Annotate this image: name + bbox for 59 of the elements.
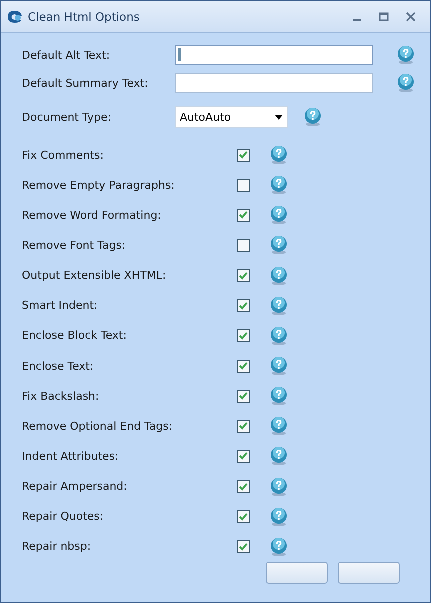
field-label: Document Type: <box>22 110 112 124</box>
dialog-button[interactable] <box>338 562 400 584</box>
help-icon[interactable] <box>270 506 288 527</box>
help-icon[interactable] <box>270 416 288 436</box>
checkbox[interactable] <box>237 178 250 192</box>
help-icon[interactable] <box>270 356 288 376</box>
checkbox[interactable] <box>237 238 250 252</box>
option-label: Remove Optional End Tags: <box>22 420 174 433</box>
option-label: Fix Comments: <box>22 148 105 162</box>
option-label: Repair Ampersand: <box>22 480 128 494</box>
help-icon[interactable] <box>304 107 322 127</box>
option-label: Remove Font Tags: <box>22 238 127 252</box>
caret-icon <box>275 114 283 120</box>
option-label: Indent Attributes: <box>22 450 120 463</box>
help-icon[interactable] <box>270 175 288 196</box>
help-icon[interactable] <box>270 326 288 346</box>
maximize-icon <box>379 12 389 22</box>
help-icon[interactable] <box>270 296 288 316</box>
help-icon[interactable] <box>270 386 288 406</box>
document-type-dropdown[interactable]: AutoAuto <box>175 106 288 128</box>
checkbox[interactable] <box>237 269 250 282</box>
option-label: Remove Empty Paragraphs: <box>22 178 176 192</box>
help-icon[interactable] <box>270 446 288 466</box>
help-icon[interactable] <box>270 536 288 557</box>
field-label: Default Alt Text: <box>22 48 112 62</box>
checkbox[interactable] <box>237 360 250 373</box>
option-label: Enclose Text: <box>22 360 95 373</box>
help-icon[interactable] <box>270 476 288 497</box>
option-label: Fix Backslash: <box>22 390 100 403</box>
checkbox[interactable] <box>237 390 250 403</box>
help-icon[interactable] <box>397 73 415 93</box>
close-icon <box>406 12 416 22</box>
help-icon[interactable] <box>270 205 288 226</box>
option-label: Remove Word Formating: <box>22 208 162 222</box>
checkbox[interactable] <box>237 450 250 463</box>
help-icon[interactable] <box>270 266 288 286</box>
checkbox[interactable] <box>237 208 250 222</box>
app-icon <box>7 10 23 24</box>
option-label: Output Extensible XHTML: <box>22 269 168 282</box>
option-label: Repair Quotes: <box>22 510 105 524</box>
help-icon[interactable] <box>397 45 415 65</box>
option-label: Smart Indent: <box>22 299 99 312</box>
checkbox[interactable] <box>237 420 250 433</box>
checkbox[interactable] <box>237 480 250 494</box>
field-label: Default Summary Text: <box>22 76 150 90</box>
checkbox[interactable] <box>237 510 250 524</box>
minimize-icon <box>353 19 361 21</box>
help-icon[interactable] <box>270 235 288 256</box>
text-field[interactable] <box>175 73 373 93</box>
window-title: Clean Html Options <box>28 10 141 24</box>
option-label: Enclose Block Text: <box>22 329 128 342</box>
dialog-button[interactable] <box>266 562 328 584</box>
checkbox[interactable] <box>237 148 250 162</box>
help-icon[interactable] <box>270 145 288 166</box>
text-field[interactable] <box>175 45 373 65</box>
option-label: Repair nbsp: <box>22 540 92 554</box>
checkbox[interactable] <box>237 299 250 312</box>
checkbox[interactable] <box>237 540 250 554</box>
checkbox[interactable] <box>237 329 250 342</box>
